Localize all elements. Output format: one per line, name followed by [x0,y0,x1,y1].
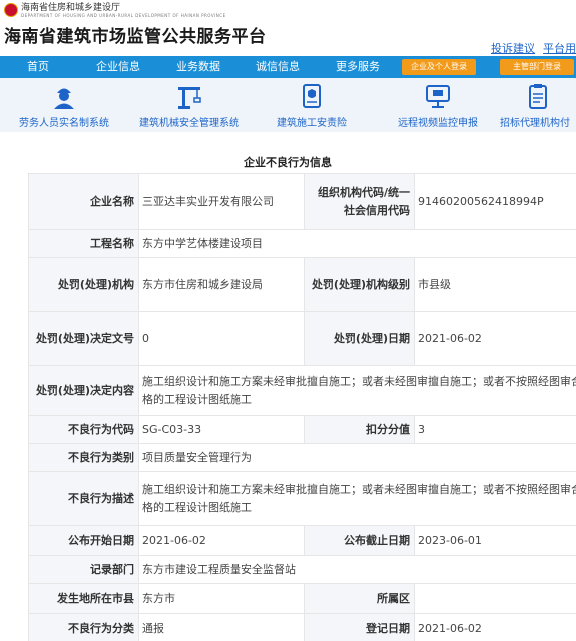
penalty-date-label: 处罚(处理)日期 [304,311,415,366]
register-date-value: 2021-06-02 [414,613,576,641]
deduct-value: 3 [414,415,576,444]
table-row: 记录部门 东方市建设工程质量安全监督站 [28,555,576,584]
authority-level-label: 处罚(处理)机构级别 [304,257,415,312]
table-row: 公布开始日期 2021-06-02 公布截止日期 2023-06-01 [28,525,576,556]
pub-start-label: 公布开始日期 [28,525,139,556]
table-row: 企业名称 三亚达丰实业开发有限公司 组织机构代码/统一社会信用代码 914602… [28,173,576,230]
table-row: 工程名称 东方中学艺体楼建设项目 [28,229,576,258]
decision-content-label: 处罚(处理)决定内容 [28,365,139,416]
company-label: 企业名称 [28,173,139,230]
city-value: 东方市 [138,583,305,614]
quick-link-label: 远程视频监控申报 [398,118,478,129]
pub-start-value: 2021-06-02 [138,525,305,556]
emblem-icon [4,3,18,17]
enterprise-login-button[interactable]: 企业及个人登录 [402,59,476,75]
pub-end-label: 公布截止日期 [304,525,415,556]
quick-link-label: 建筑机械安全管理系统 [139,118,239,129]
authority-level-value: 市县级 [414,257,576,312]
pub-end-value: 2023-06-01 [414,525,576,556]
bad-behavior-table: 企业名称 三亚达丰实业开发有限公司 组织机构代码/统一社会信用代码 914602… [28,173,576,641]
authority-value: 东方市住房和城乡建设局 [138,257,305,312]
department-name: 海南省住房和城乡建设厅 [21,3,121,13]
quick-link-video-monitor[interactable]: 远程视频监控申报 [386,82,490,129]
monitor-icon [426,85,450,108]
nav-credit-info[interactable]: 诚信信息 [248,56,308,78]
nav-business-data[interactable]: 业务数据 [168,56,228,78]
site-title-row: 海南省建筑市场监管公共服务平台 投诉建议 平台用 [0,22,576,56]
district-label: 所属区 [304,583,415,614]
org-code-label: 组织机构代码/统一社会信用代码 [304,173,415,230]
decision-no-label: 处罚(处理)决定文号 [28,311,139,366]
company-value: 三亚达丰实业开发有限公司 [138,173,305,230]
main-nav: 首页 企业信息 业务数据 诚信信息 更多服务 企业及个人登录 主管部门登录 [0,56,576,78]
decision-no-value: 0 [138,311,305,366]
quick-link-insurance[interactable]: 建筑施工安责险 [262,82,362,129]
project-value: 东方中学艺体楼建设项目 [138,229,576,258]
authority-label: 处罚(处理)机构 [28,257,139,312]
nav-more-services[interactable]: 更多服务 [328,56,388,78]
table-row: 处罚(处理)决定内容 施工组织设计和施工方案未经审批擅自施工；或者未经图审擅自施… [28,365,576,416]
quick-link-label: 建筑施工安责险 [277,118,347,129]
penalty-date-value: 2021-06-02 [414,311,576,366]
district-value [414,583,576,614]
decision-content-value: 施工组织设计和施工方案未经审批擅自施工；或者未经图审擅自施工；或者不按照经图审合… [138,365,576,416]
table-row: 不良行为分类 通报 登记日期 2021-06-02 [28,613,576,641]
section-title: 企业不良行为信息 [244,156,332,169]
header-links: 投诉建议 平台用 [491,40,576,56]
project-label: 工程名称 [28,229,139,258]
category-value: 项目质量安全管理行为 [138,443,576,472]
deduct-label: 扣分分值 [304,415,415,444]
org-code-value: 91460200562418994P [414,173,576,230]
description-value: 施工组织设计和施工方案未经审批擅自施工；或者未经图审擅自施工；或者不按照经图审合… [138,471,576,526]
quick-links-bar: 劳务人员实名制系统 建筑机械安全管理系统 建筑施工安责险 远程视频监控申报 招标… [0,78,576,132]
nav-enterprise-info[interactable]: 企业信息 [88,56,148,78]
city-label: 发生地所在市县 [28,583,139,614]
description-label: 不良行为描述 [28,471,139,526]
classification-label: 不良行为分类 [28,613,139,641]
admin-login-button[interactable]: 主管部门登录 [500,59,574,75]
nav-home[interactable]: 首页 [8,56,68,78]
table-row: 不良行为描述 施工组织设计和施工方案未经审批擅自施工；或者未经图审擅自施工；或者… [28,471,576,526]
site-title: 海南省建筑市场监管公共服务平台 [4,27,267,47]
table-row: 发生地所在市县 东方市 所属区 [28,583,576,614]
table-row: 处罚(处理)机构 东方市住房和城乡建设局 处罚(处理)机构级别 市县级 [28,257,576,312]
quick-link-label: 招标代理机构付 [500,118,570,129]
quick-link-bid-agency[interactable]: 招标代理机构付 [500,82,576,129]
behavior-code-label: 不良行为代码 [28,415,139,444]
department-header: 海南省住房和城乡建设厅 DEPARTMENT OF HOUSING AND UR… [0,0,576,22]
department-text: 海南省住房和城乡建设厅 DEPARTMENT OF HOUSING AND UR… [21,3,226,18]
classification-value: 通报 [138,613,305,641]
table-row: 不良行为类别 项目质量安全管理行为 [28,443,576,472]
department-subtitle: DEPARTMENT OF HOUSING AND URBAN-RURAL DE… [21,13,226,18]
record-dept-value: 东方市建设工程质量安全监督站 [138,555,576,584]
worker-icon [54,88,74,109]
category-label: 不良行为类别 [28,443,139,472]
platform-link[interactable]: 平台用 [543,40,576,56]
clipboard-icon [529,84,547,109]
complaint-link[interactable]: 投诉建议 [491,40,535,56]
quick-link-label: 劳务人员实名制系统 [19,118,109,129]
behavior-code-value: SG-C03-33 [138,415,305,444]
table-row: 处罚(处理)决定文号 0 处罚(处理)日期 2021-06-02 [28,311,576,366]
insurance-document-icon [303,84,321,108]
quick-link-crane-safety[interactable]: 建筑机械安全管理系统 [128,82,250,129]
table-row: 不良行为代码 SG-C03-33 扣分分值 3 [28,415,576,444]
record-dept-label: 记录部门 [28,555,139,584]
crane-icon [178,87,201,109]
quick-link-labor-realname[interactable]: 劳务人员实名制系统 [4,82,124,129]
register-date-label: 登记日期 [304,613,415,641]
